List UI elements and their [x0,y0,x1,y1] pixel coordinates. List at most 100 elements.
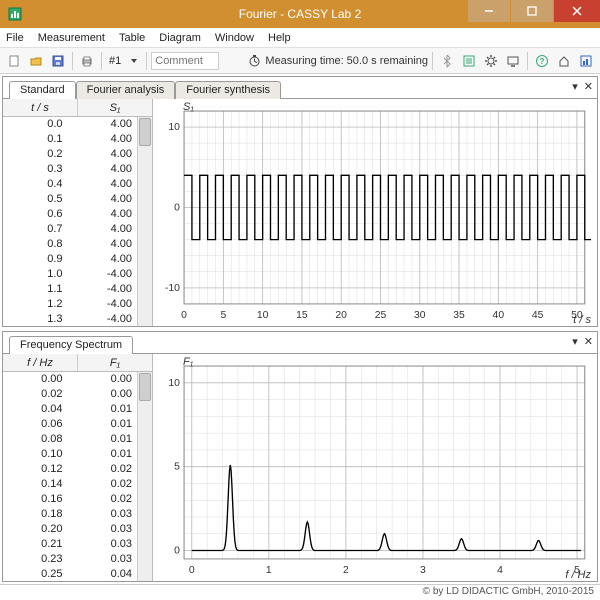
settings-icon[interactable] [459,51,479,71]
freq-table-rows: 0.000.000.020.000.040.010.060.010.080.01… [3,372,152,581]
col-freq[interactable]: f / Hz [3,354,78,371]
table-row[interactable]: 0.180.03 [3,507,152,522]
footer-copyright: © by LD DIDACTIC GmbH, 2010-2015 [0,584,600,600]
table-row[interactable]: 0.100.01 [3,447,152,462]
titlebar: Fourier - CASSY Lab 2 [0,0,600,28]
gear-icon[interactable] [481,51,501,71]
tab-standard[interactable]: Standard [9,81,76,99]
pane-dropdown-icon[interactable]: ▾ [572,80,578,93]
pager-label[interactable]: #1 [106,55,124,67]
table-row[interactable]: 0.74.00 [3,222,152,237]
svg-text:0: 0 [189,565,195,576]
table-row[interactable]: 0.230.03 [3,552,152,567]
svg-text:-10: -10 [165,283,180,294]
pane-close-icon[interactable]: ✕ [584,80,593,93]
y-axis-label-f1: F₁ [183,356,193,368]
svg-text:5: 5 [174,462,180,473]
svg-text:2: 2 [343,565,349,576]
chart-tool-icon[interactable] [576,51,596,71]
table-row[interactable]: 0.94.00 [3,252,152,267]
table-row[interactable]: 0.44.00 [3,177,152,192]
table-row[interactable]: 0.160.02 [3,492,152,507]
table-row[interactable]: 0.84.00 [3,237,152,252]
maximize-button[interactable] [511,0,553,22]
svg-text:4: 4 [497,565,503,576]
table-row[interactable]: 0.64.00 [3,207,152,222]
svg-text:10: 10 [168,122,180,133]
svg-text:10: 10 [257,310,269,321]
new-file-icon[interactable] [4,51,24,71]
svg-text:20: 20 [335,310,347,321]
menu-window[interactable]: Window [215,32,254,44]
table-row[interactable]: 0.020.00 [3,387,152,402]
pane-dropdown-icon[interactable]: ▾ [572,335,578,348]
svg-text:0: 0 [174,203,180,214]
scrollbar-thumb[interactable] [139,118,151,146]
pane-close-icon[interactable]: ✕ [584,335,593,348]
signal-chart[interactable]: S₁ t / s 05101520253035404550-10010 [153,99,597,326]
tab-fourier-synthesis[interactable]: Fourier synthesis [175,81,281,99]
table-row[interactable]: 0.24.00 [3,147,152,162]
svg-text:5: 5 [220,310,226,321]
table-row[interactable]: 0.34.00 [3,162,152,177]
menu-diagram[interactable]: Diagram [159,32,201,44]
svg-text:10: 10 [168,378,180,389]
table-row[interactable]: 1.2-4.00 [3,297,152,312]
print-icon[interactable] [77,51,97,71]
col-s1[interactable]: S₁ [78,99,152,116]
minimize-button[interactable] [468,0,510,22]
table-row[interactable]: 0.210.03 [3,537,152,552]
time-table-rows: 0.04.000.14.000.24.000.34.000.44.000.54.… [3,117,152,326]
tab-frequency-spectrum[interactable]: Frequency Spectrum [9,336,133,354]
table-row[interactable]: 1.0-4.00 [3,267,152,282]
spectrum-chart[interactable]: F₁ f / Hz 0123450510 [153,354,597,581]
svg-text:3: 3 [420,565,426,576]
scrollbar-thumb[interactable] [139,373,151,401]
x-axis-label-fhz: f / Hz [565,569,591,581]
table-row[interactable]: 1.1-4.00 [3,282,152,297]
menu-measurement[interactable]: Measurement [38,32,105,44]
freq-table: f / Hz F₁ 0.000.000.020.000.040.010.060.… [3,354,153,581]
svg-text:35: 35 [453,310,465,321]
col-f1[interactable]: F₁ [78,354,152,371]
menu-help[interactable]: Help [268,32,291,44]
table-row[interactable]: 0.120.02 [3,462,152,477]
tab-fourier-analysis[interactable]: Fourier analysis [76,81,176,99]
table-row[interactable]: 0.140.02 [3,477,152,492]
table-row[interactable]: 0.200.03 [3,522,152,537]
dropdown-icon[interactable] [126,53,142,69]
bluetooth-icon[interactable] [437,51,457,71]
menu-file[interactable]: File [6,32,24,44]
table-row[interactable]: 0.080.01 [3,432,152,447]
open-file-icon[interactable] [26,51,46,71]
table-row[interactable]: 0.14.00 [3,132,152,147]
svg-text:1: 1 [266,565,272,576]
app-icon [6,5,24,23]
comment-input[interactable] [151,52,219,70]
display-icon[interactable] [503,51,523,71]
y-axis-label-s1: S₁ [183,101,194,113]
svg-text:0: 0 [181,310,187,321]
menu-table[interactable]: Table [119,32,145,44]
bottom-tabs: Frequency Spectrum ▾ ✕ [3,332,597,353]
table-row[interactable]: 0.250.04 [3,567,152,581]
status-value: 50.0 s remaining [347,55,428,67]
close-button[interactable] [554,0,600,22]
table-row[interactable]: 0.060.01 [3,417,152,432]
table-row[interactable]: 0.000.00 [3,372,152,387]
help-icon[interactable]: ? [532,51,552,71]
table-row[interactable]: 0.54.00 [3,192,152,207]
standard-pane: Standard Fourier analysis Fourier synthe… [2,76,598,327]
save-file-icon[interactable] [48,51,68,71]
table-row[interactable]: 1.3-4.00 [3,312,152,326]
col-time[interactable]: t / s [3,99,78,116]
svg-text:?: ? [540,57,545,66]
svg-text:15: 15 [296,310,308,321]
spectrum-pane: Frequency Spectrum ▾ ✕ f / Hz F₁ 0.000.0… [2,331,598,582]
table-row[interactable]: 0.04.00 [3,117,152,132]
top-tabs: Standard Fourier analysis Fourier synthe… [3,77,597,98]
svg-text:40: 40 [493,310,505,321]
home-icon[interactable] [554,51,574,71]
table-row[interactable]: 0.040.01 [3,402,152,417]
time-table: t / s S₁ 0.04.000.14.000.24.000.34.000.4… [3,99,153,326]
